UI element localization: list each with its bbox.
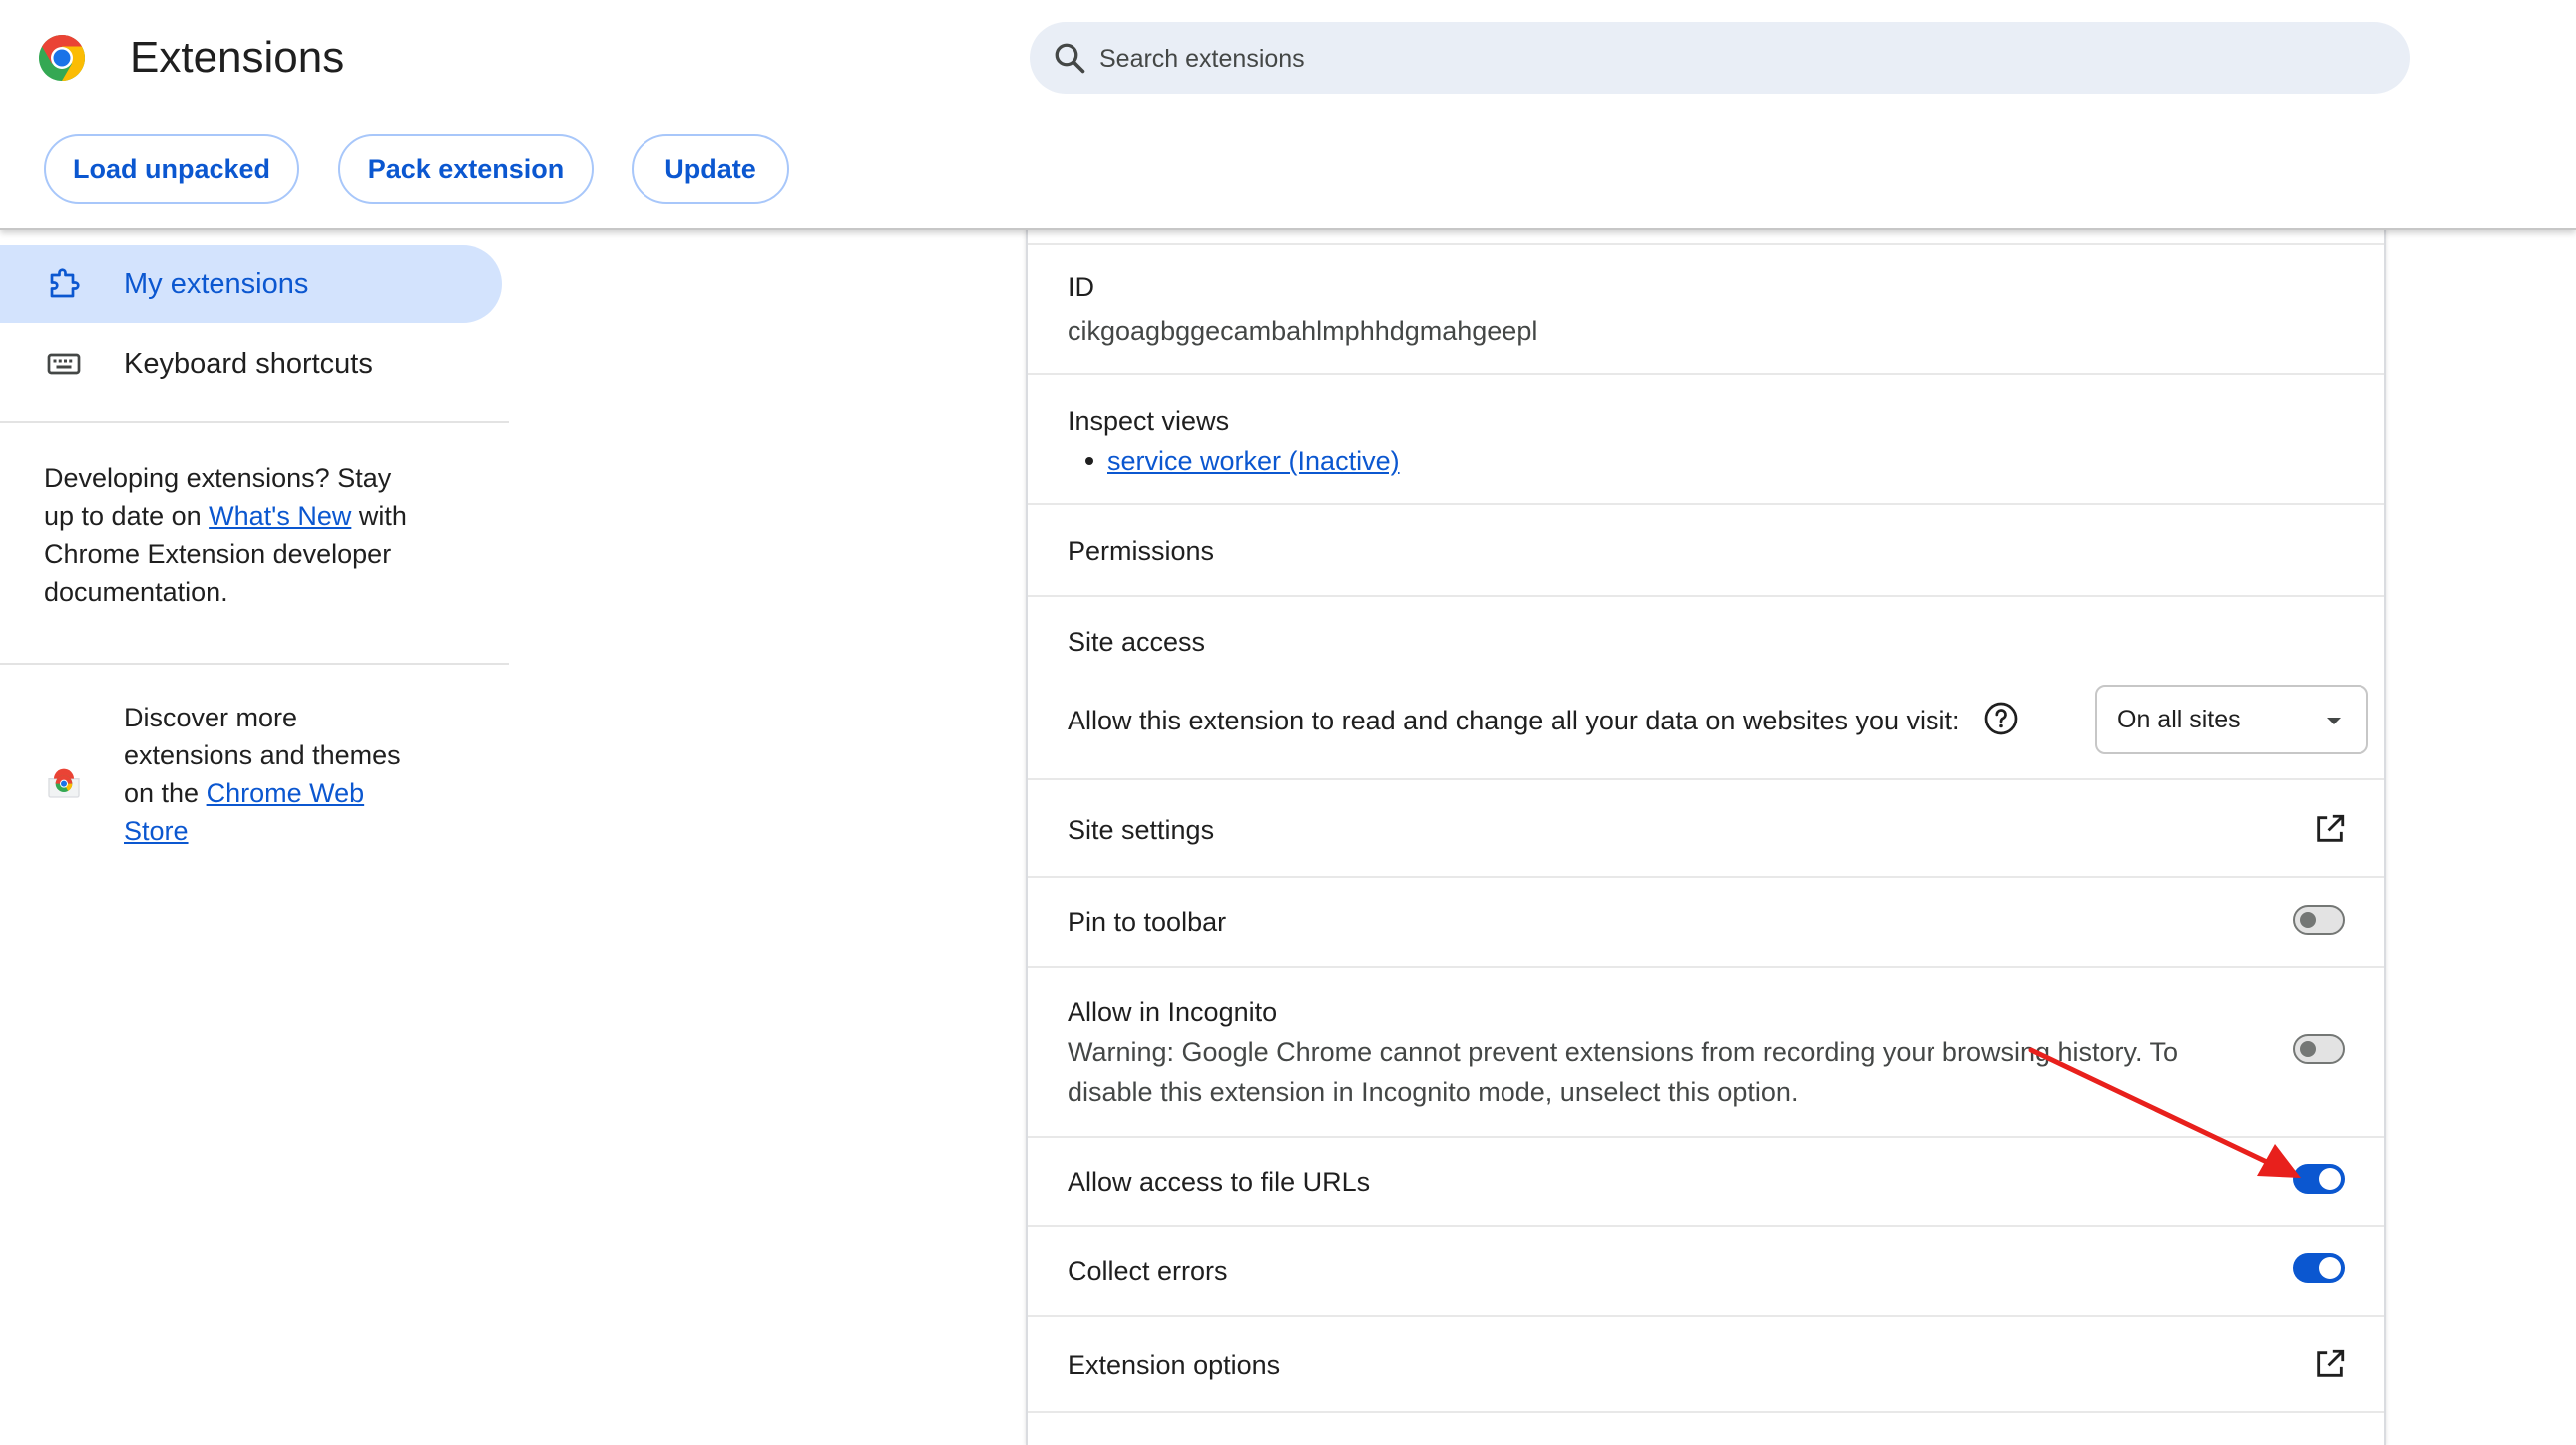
row-divider xyxy=(1028,778,2384,780)
page-title: Extensions xyxy=(130,33,345,82)
page-header: Extensions Load unpacked Pack extension … xyxy=(0,0,2576,230)
pack-extension-button[interactable]: Pack extension xyxy=(338,134,594,204)
site-access-value: On all sites xyxy=(2117,706,2241,733)
collect-errors-label: Collect errors xyxy=(1068,1256,1228,1286)
store-note: Discover more extensions and themes on t… xyxy=(124,703,401,846)
load-unpacked-button[interactable]: Load unpacked xyxy=(44,134,299,204)
row-divider xyxy=(1028,876,2384,878)
update-button[interactable]: Update xyxy=(632,134,789,204)
service-worker-link[interactable]: service worker (Inactive) xyxy=(1107,446,1400,476)
site-access-select[interactable]: On all sites xyxy=(2095,685,2368,754)
row-divider xyxy=(1028,1136,2384,1138)
row-divider xyxy=(1028,243,2384,245)
row-divider xyxy=(1028,1225,2384,1227)
row-divider xyxy=(1028,503,2384,505)
incognito-warning-line: Warning: Google Chrome cannot prevent ex… xyxy=(1068,1037,2179,1067)
sidebar-divider xyxy=(0,663,509,665)
search-input[interactable] xyxy=(1097,22,2378,96)
row-divider xyxy=(1028,373,2384,375)
site-access-question: Allow this extension to read and change … xyxy=(1068,706,1960,735)
extension-details-card: ID cikgoagbggecambahlmphhdgmahgeepl Insp… xyxy=(1026,228,2386,1445)
dev-note: Developing extensions? Stay up to date o… xyxy=(44,463,407,607)
row-divider xyxy=(1028,1411,2384,1413)
id-label: ID xyxy=(1068,272,1094,302)
sidebar: My extensions Keyboard shortcuts Develop… xyxy=(0,230,509,1435)
open-in-new-icon[interactable] xyxy=(2313,812,2347,846)
whats-new-link[interactable]: What's New xyxy=(209,501,351,531)
chrome-web-store-link[interactable]: Chrome Web xyxy=(207,778,365,808)
open-in-new-icon[interactable] xyxy=(2313,1347,2347,1381)
keyboard-icon xyxy=(47,353,81,375)
chrome-web-store-icon xyxy=(48,768,80,798)
extension-options-label: Extension options xyxy=(1068,1350,1281,1380)
permissions-label: Permissions xyxy=(1068,536,1215,566)
pin-to-toolbar-toggle[interactable] xyxy=(2293,905,2345,935)
pin-to-toolbar-label: Pin to toolbar xyxy=(1068,907,1227,937)
row-divider xyxy=(1028,595,2384,597)
site-access-label: Site access xyxy=(1068,627,1206,657)
search-bar[interactable] xyxy=(1030,22,2410,96)
sidebar-item-keyboard-shortcuts[interactable]: Keyboard shortcuts xyxy=(0,325,502,403)
allow-incognito-toggle[interactable] xyxy=(2293,1034,2345,1064)
chrome-web-store-link[interactable]: Store xyxy=(124,816,189,846)
site-settings-label: Site settings xyxy=(1068,815,1215,845)
inspect-views-label: Inspect views xyxy=(1068,406,1230,436)
help-icon[interactable] xyxy=(1983,701,2019,736)
collect-errors-toggle[interactable] xyxy=(2293,1253,2345,1283)
sidebar-item-label: Keyboard shortcuts xyxy=(124,348,373,380)
caret-down-icon xyxy=(2327,718,2341,724)
chrome-logo-icon xyxy=(39,35,85,81)
file-urls-toggle[interactable] xyxy=(2293,1164,2345,1194)
id-value: cikgoagbggecambahlmphhdgmahgeepl xyxy=(1068,316,1538,346)
file-urls-label: Allow access to file URLs xyxy=(1068,1167,1371,1197)
incognito-warning-line: disable this extension in Incognito mode… xyxy=(1068,1077,1799,1107)
sidebar-item-label: My extensions xyxy=(124,268,309,300)
list-bullet xyxy=(1085,457,1093,465)
row-divider xyxy=(1028,1315,2384,1317)
incognito-label: Allow in Incognito xyxy=(1068,997,1278,1027)
sidebar-item-my-extensions[interactable]: My extensions xyxy=(0,245,502,323)
sidebar-divider xyxy=(0,421,509,423)
puzzle-icon xyxy=(50,268,80,298)
search-icon xyxy=(1055,43,1085,74)
row-divider xyxy=(1028,966,2384,968)
